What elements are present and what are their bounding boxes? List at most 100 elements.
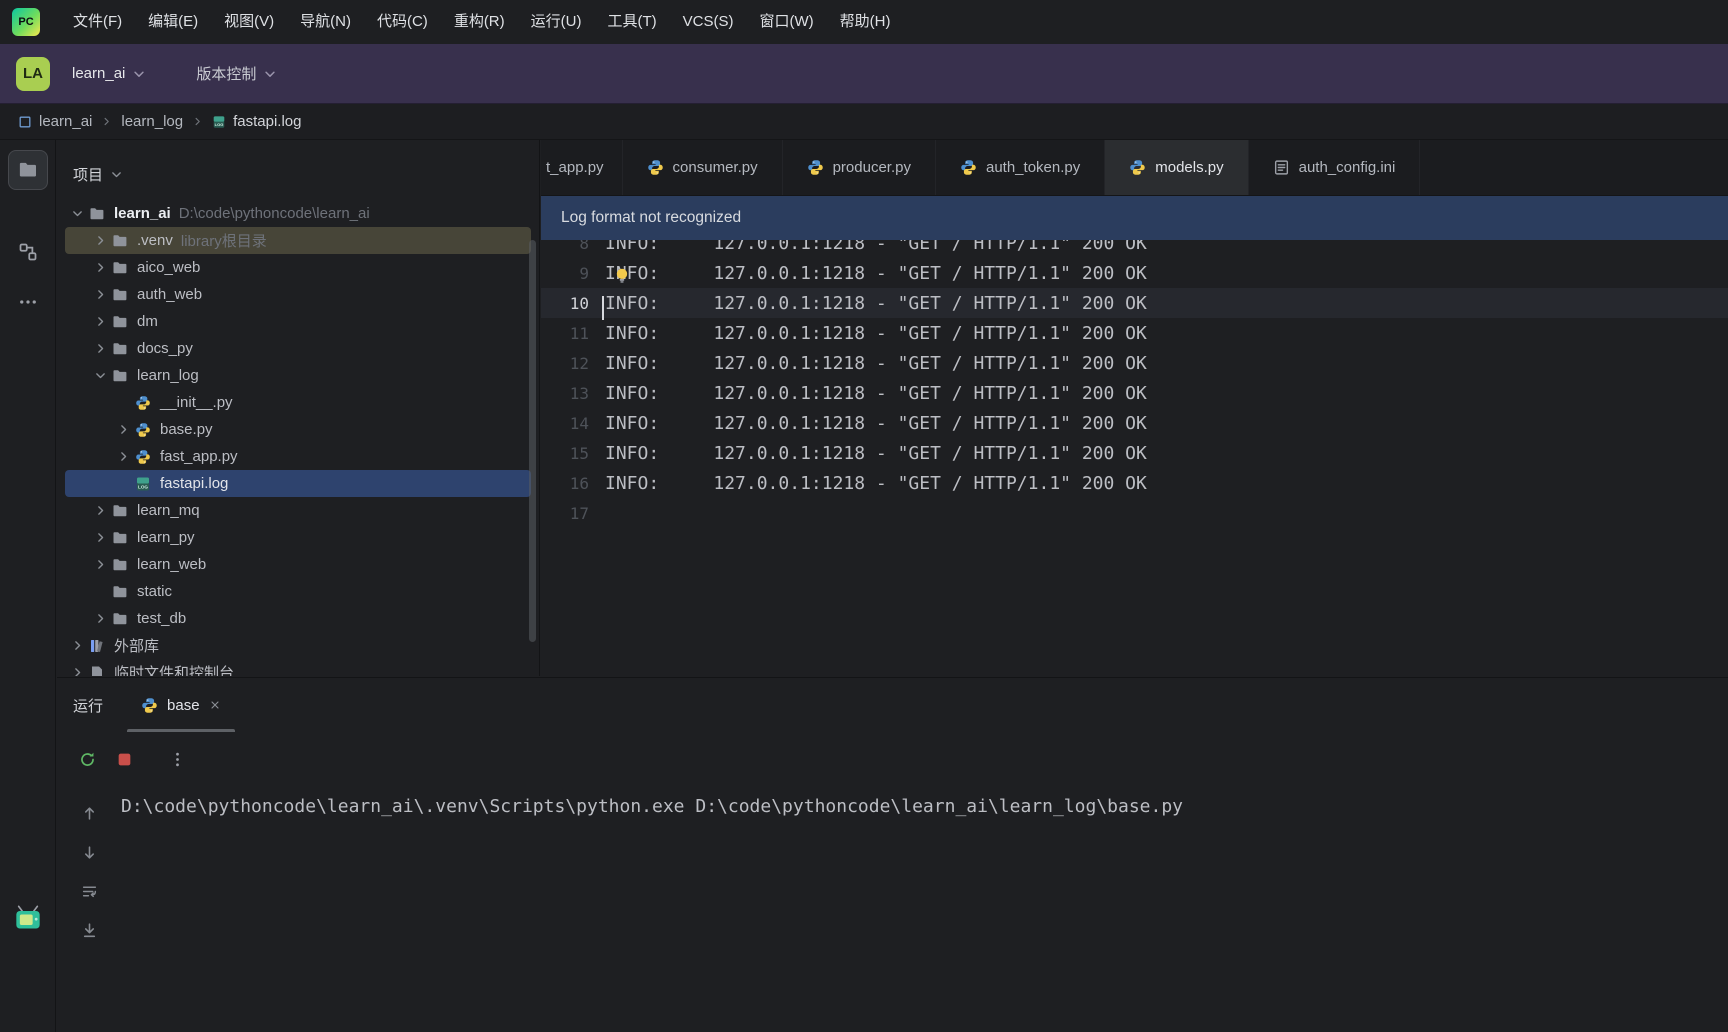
folder-icon xyxy=(111,503,129,519)
tree-item-__init__.py[interactable]: __init__.py xyxy=(65,389,531,416)
editor-tab-t_app.py[interactable]: t_app.py xyxy=(541,140,623,195)
chevron-right-icon[interactable] xyxy=(90,287,111,303)
editor-lines[interactable]: 8INFO: 127.0.0.1:1218 - "GET / HTTP/1.1"… xyxy=(541,228,1728,676)
console-output[interactable]: D:\code\pythoncode\learn_ai\.venv\Script… xyxy=(121,794,1708,820)
tree-item-aico_web[interactable]: aico_web xyxy=(65,254,531,281)
plugin-tool-button[interactable] xyxy=(8,898,48,938)
tree-item-base.py[interactable]: base.py xyxy=(65,416,531,443)
chevron-right-icon[interactable] xyxy=(67,638,88,654)
chevron-right-icon[interactable] xyxy=(90,503,111,519)
tree-item-learn_py[interactable]: learn_py xyxy=(65,524,531,551)
menubar-item[interactable]: 导航(N) xyxy=(287,7,364,37)
log-line-9[interactable]: 9INFO: 127.0.0.1:1218 - "GET / HTTP/1.1"… xyxy=(541,258,1728,288)
python-icon xyxy=(134,395,152,411)
scroll-up-icon[interactable] xyxy=(76,800,102,826)
editor-tab-producer.py[interactable]: producer.py xyxy=(783,140,936,195)
text-caret xyxy=(602,296,604,320)
chevron-right-icon[interactable] xyxy=(90,260,111,276)
editor-tab-models.py[interactable]: models.py xyxy=(1105,140,1248,195)
rerun-button[interactable] xyxy=(73,745,101,773)
log-line-text: INFO: 127.0.0.1:1218 - "GET / HTTP/1.1" … xyxy=(605,383,1147,404)
chevron-right-icon[interactable] xyxy=(90,611,111,627)
tree-item-fastapi.log[interactable]: fastapi.log xyxy=(65,470,531,497)
tree-item-.venv[interactable]: .venvlibrary根目录 xyxy=(65,227,531,254)
project-tool-button[interactable] xyxy=(8,150,48,190)
structure-tool-button[interactable] xyxy=(8,232,48,272)
project-panel: 项目 learn_aiD:\code\pythoncode\learn_ai.v… xyxy=(57,140,540,676)
tree-item-label: fastapi.log xyxy=(160,475,228,492)
chevron-right-icon[interactable] xyxy=(90,314,111,330)
menubar-item[interactable]: 文件(F) xyxy=(60,7,135,37)
plugin-gadget-icon xyxy=(14,905,42,931)
more-tool-windows-button[interactable] xyxy=(8,282,48,322)
tree-item-dm[interactable]: dm xyxy=(65,308,531,335)
editor-tab-consumer.py[interactable]: consumer.py xyxy=(623,140,783,195)
scroll-down-icon[interactable] xyxy=(76,839,102,865)
chevron-right-icon[interactable] xyxy=(90,530,111,546)
breadcrumb-item-learn_log[interactable]: learn_log xyxy=(121,113,183,130)
chevron-down-icon[interactable] xyxy=(90,368,111,384)
editor-tab-auth_config.ini[interactable]: auth_config.ini xyxy=(1249,140,1421,195)
menubar-item[interactable]: 窗口(W) xyxy=(746,7,826,37)
folder-icon xyxy=(111,233,129,249)
stop-button[interactable] xyxy=(110,745,138,773)
editor-tab-auth_token.py[interactable]: auth_token.py xyxy=(936,140,1105,195)
tree-item-docs_py[interactable]: docs_py xyxy=(65,335,531,362)
tree-item-learn_mq[interactable]: learn_mq xyxy=(65,497,531,524)
more-options-button[interactable] xyxy=(163,745,191,773)
rerun-icon xyxy=(79,751,96,768)
menubar-item[interactable]: 工具(T) xyxy=(594,7,669,37)
chevron-right-icon[interactable] xyxy=(113,422,134,438)
log-line-11[interactable]: 11INFO: 127.0.0.1:1218 - "GET / HTTP/1.1… xyxy=(541,318,1728,348)
log-line-12[interactable]: 12INFO: 127.0.0.1:1218 - "GET / HTTP/1.1… xyxy=(541,348,1728,378)
line-number: 9 xyxy=(541,264,605,283)
tree-item-learn_ai[interactable]: learn_aiD:\code\pythoncode\learn_ai xyxy=(65,200,531,227)
scrollbar-thumb[interactable] xyxy=(529,240,536,642)
chevron-right-icon[interactable] xyxy=(90,341,111,357)
log-line-10[interactable]: 10INFO: 127.0.0.1:1218 - "GET / HTTP/1.1… xyxy=(541,288,1728,318)
chevron-right-icon[interactable] xyxy=(90,557,111,573)
tree-item-fast_app.py[interactable]: fast_app.py xyxy=(65,443,531,470)
project-switcher[interactable]: learn_ai xyxy=(64,59,154,88)
menubar-item[interactable]: 代码(C) xyxy=(364,7,441,37)
tree-item-临时文件和控制台[interactable]: 临时文件和控制台 xyxy=(65,659,531,676)
log-line-15[interactable]: 15INFO: 127.0.0.1:1218 - "GET / HTTP/1.1… xyxy=(541,438,1728,468)
log-line-16[interactable]: 16INFO: 127.0.0.1:1218 - "GET / HTTP/1.1… xyxy=(541,468,1728,498)
log-line-13[interactable]: 13INFO: 127.0.0.1:1218 - "GET / HTTP/1.1… xyxy=(541,378,1728,408)
close-tab-icon[interactable] xyxy=(209,699,221,711)
project-name: learn_ai xyxy=(72,65,125,82)
menubar-item[interactable]: 重构(R) xyxy=(441,7,518,37)
breadcrumb-item-learn_ai[interactable]: learn_ai xyxy=(18,113,92,130)
project-panel-header[interactable]: 项目 xyxy=(57,140,539,192)
tree-item-learn_web[interactable]: learn_web xyxy=(65,551,531,578)
log-file-icon xyxy=(134,476,152,492)
tree-item-label: dm xyxy=(137,313,158,330)
tree-item-static[interactable]: static xyxy=(65,578,531,605)
tree-item-label: learn_py xyxy=(137,529,195,546)
project-avatar[interactable]: LA xyxy=(16,57,50,91)
menubar-item[interactable]: 运行(U) xyxy=(518,7,595,37)
log-line-text: INFO: 127.0.0.1:1218 - "GET / HTTP/1.1" … xyxy=(605,323,1147,344)
breadcrumb-item-fastapi.log[interactable]: fastapi.log xyxy=(212,113,301,130)
soft-wrap-icon[interactable] xyxy=(76,878,102,904)
scroll-to-end-icon[interactable] xyxy=(76,917,102,943)
log-line-14[interactable]: 14INFO: 127.0.0.1:1218 - "GET / HTTP/1.1… xyxy=(541,408,1728,438)
menubar-item[interactable]: 编辑(E) xyxy=(135,7,211,37)
chevron-down-icon[interactable] xyxy=(67,206,88,222)
tree-item-learn_log[interactable]: learn_log xyxy=(65,362,531,389)
log-line-17[interactable]: 17 xyxy=(541,498,1728,528)
tree-item-test_db[interactable]: test_db xyxy=(65,605,531,632)
chevron-right-icon[interactable] xyxy=(67,665,88,677)
vcs-widget[interactable]: 版本控制 xyxy=(188,57,285,90)
tree-item-auth_web[interactable]: auth_web xyxy=(65,281,531,308)
menubar-item[interactable]: 视图(V) xyxy=(211,7,287,37)
chevron-down-icon xyxy=(110,168,123,181)
menubar-item[interactable]: 帮助(H) xyxy=(827,7,904,37)
tree-item-label: 外部库 xyxy=(114,635,159,656)
tree-item-外部库[interactable]: 外部库 xyxy=(65,632,531,659)
chevron-right-icon[interactable] xyxy=(90,233,111,249)
run-tab-base[interactable]: base xyxy=(125,678,237,732)
intention-bulb-icon[interactable] xyxy=(613,266,631,284)
menubar-item[interactable]: VCS(S) xyxy=(670,7,747,37)
chevron-right-icon[interactable] xyxy=(113,449,134,465)
